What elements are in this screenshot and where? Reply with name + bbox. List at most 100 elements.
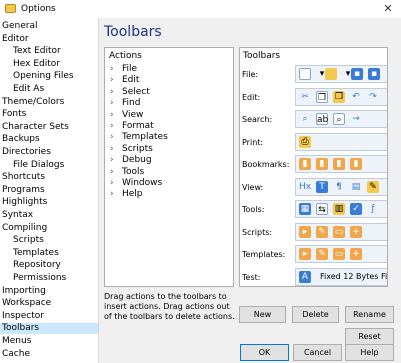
action-category-file[interactable]: › File: [110, 64, 137, 75]
ok-button[interactable]: OK: [240, 344, 289, 361]
toolbar-strip[interactable]: ▸ ✎ ▭ +: [295, 222, 387, 241]
script-folder-icon[interactable]: ▭: [333, 225, 345, 238]
clear-bookmarks-icon[interactable]: ▮: [350, 158, 362, 170]
nav-item-file-dialogs[interactable]: File Dialogs: [0, 160, 98, 171]
ruler-icon[interactable]: ▤: [350, 181, 362, 193]
chevron-right-icon[interactable]: ›: [110, 178, 122, 189]
chevron-right-icon[interactable]: ›: [110, 167, 122, 178]
actions-tree[interactable]: Actions › File › Edit › Select › Find › View › Form…: [104, 47, 234, 287]
chevron-right-icon[interactable]: ›: [110, 121, 122, 132]
find-in-files-icon[interactable]: ⌕: [333, 113, 345, 125]
nav-item-compiling[interactable]: Compiling: [0, 223, 98, 234]
chevron-right-icon[interactable]: ›: [110, 189, 122, 200]
nav-item-importing[interactable]: Importing: [0, 286, 98, 297]
compare-icon[interactable]: ⇆: [316, 203, 328, 215]
highlight-icon[interactable]: ✎: [367, 180, 379, 193]
prev-bookmark-icon[interactable]: ▮: [333, 158, 345, 170]
action-category-windows[interactable]: › Windows: [110, 178, 162, 189]
nav-item-toolbars[interactable]: Toolbars: [0, 323, 98, 335]
undo-icon[interactable]: ↶: [350, 91, 362, 103]
hex-icon[interactable]: Hx: [299, 181, 311, 193]
nav-item-edit-as[interactable]: Edit As: [0, 84, 98, 95]
rename-button[interactable]: Rename: [345, 306, 394, 323]
nav-item-theme-colors[interactable]: Theme/Colors: [0, 97, 98, 108]
find-icon[interactable]: ⌕: [299, 113, 311, 125]
close-button[interactable]: ✕: [375, 0, 401, 18]
toolbar-strip[interactable]: ✂ ❐ ❐ ↶ ↷: [295, 87, 387, 106]
nav-item-syntax[interactable]: Syntax: [0, 210, 98, 221]
chevron-right-icon[interactable]: ›: [110, 75, 122, 86]
toolbar-strip[interactable]: Hx T ¶ ▤ ✎: [295, 177, 387, 196]
nav-item-programs[interactable]: Programs: [0, 185, 98, 196]
next-bookmark-icon[interactable]: ▮: [316, 158, 328, 170]
nav-item-text-editor[interactable]: Text Editor: [0, 46, 98, 57]
edit-script-icon[interactable]: ✎: [316, 225, 328, 238]
chevron-right-icon[interactable]: ›: [110, 87, 122, 98]
nav-item-highlights[interactable]: Highlights: [0, 197, 98, 208]
new-script-icon[interactable]: +: [350, 225, 362, 238]
checksum-icon[interactable]: ✓: [350, 203, 362, 215]
new-button[interactable]: New: [239, 306, 286, 323]
copy-icon[interactable]: ❐: [316, 90, 328, 103]
action-category-format[interactable]: › Format: [110, 121, 154, 132]
nav-item-repository[interactable]: Repository: [0, 260, 98, 271]
toolbar-strip[interactable]: A Fixed 12 Bytes Fixed: [295, 267, 387, 286]
action-category-templates[interactable]: › Templates: [110, 132, 168, 143]
template-folder-icon[interactable]: ▭: [333, 248, 345, 260]
new-template-icon[interactable]: +: [350, 248, 362, 260]
font-icon[interactable]: A: [299, 270, 311, 283]
histogram-icon[interactable]: ▥: [333, 203, 345, 215]
nav-item-inspector[interactable]: Inspector: [0, 311, 98, 322]
action-category-edit[interactable]: › Edit: [110, 75, 139, 86]
chevron-right-icon[interactable]: ›: [110, 110, 122, 121]
toolbar-strip[interactable]: ▸ ✎ ▭ +: [295, 245, 387, 263]
chevron-right-icon[interactable]: ›: [110, 155, 122, 166]
toolbars-list[interactable]: Toolbars File: ▾ ▾ ▪ ▪ Edit: ✂ ❐ ❐ ↶ ↷ Search: ⌕ ab ⌕ →…: [239, 47, 388, 287]
chevron-right-icon[interactable]: ›: [110, 98, 122, 109]
calculator-icon[interactable]: ▦: [299, 203, 311, 215]
print-icon[interactable]: ⎙: [299, 135, 311, 148]
edit-template-icon[interactable]: ✎: [316, 248, 328, 260]
nav-item-fonts[interactable]: Fonts: [0, 109, 98, 120]
save-all-icon[interactable]: ▪: [368, 68, 380, 80]
nav-item-editor[interactable]: Editor: [0, 34, 98, 45]
action-category-debug[interactable]: › Debug: [110, 155, 152, 166]
nav-item-backups[interactable]: Backups: [0, 134, 98, 145]
chevron-right-icon[interactable]: ›: [110, 144, 122, 155]
action-category-tools[interactable]: › Tools: [110, 167, 144, 178]
nav-item-hex-editor[interactable]: Hex Editor: [0, 59, 98, 70]
replace-icon[interactable]: ab: [316, 113, 328, 125]
toolbar-strip[interactable]: ▮ ▮ ▮ ▮: [295, 155, 387, 173]
redo-icon[interactable]: ↷: [367, 91, 379, 103]
text-icon[interactable]: T: [316, 180, 328, 193]
nav-item-opening-files[interactable]: Opening Files: [0, 71, 98, 82]
goto-icon[interactable]: →: [350, 113, 362, 125]
nav-item-directories[interactable]: Directories: [0, 147, 98, 158]
cut-icon[interactable]: ✂: [299, 91, 311, 103]
paste-icon[interactable]: ❐: [333, 90, 345, 103]
nav-item-permissions[interactable]: Permissions: [0, 273, 98, 284]
action-category-scripts[interactable]: › Scripts: [110, 144, 153, 155]
nav-item-menus[interactable]: Menus: [0, 336, 98, 347]
action-category-help[interactable]: › Help: [110, 189, 143, 200]
paragraph-icon[interactable]: ¶: [333, 181, 345, 193]
toolbar-strip[interactable]: ⌕ ab ⌕ →: [295, 110, 387, 128]
action-category-find[interactable]: › Find: [110, 98, 140, 109]
expression-icon[interactable]: ƒ: [367, 203, 379, 215]
run-script-icon[interactable]: ▸: [299, 225, 311, 238]
toolbar-strip[interactable]: ▾ ▾ ▪ ▪: [295, 65, 387, 83]
reset-button[interactable]: Reset: [345, 328, 394, 345]
nav-item-character-sets[interactable]: Character Sets: [0, 122, 98, 133]
nav-item-general[interactable]: General: [0, 21, 98, 32]
nav-item-shortcuts[interactable]: Shortcuts: [0, 172, 98, 183]
save-icon[interactable]: ▪: [351, 68, 363, 80]
cancel-button[interactable]: Cancel: [293, 344, 342, 361]
nav-item-scripts[interactable]: Scripts: [0, 235, 98, 246]
new-doc-icon[interactable]: [299, 68, 311, 80]
delete-button[interactable]: Delete: [292, 306, 339, 323]
chevron-right-icon[interactable]: ›: [110, 64, 122, 75]
action-category-view[interactable]: › View: [110, 110, 143, 121]
nav-item-templates[interactable]: Templates: [0, 248, 98, 259]
nav-item-cache[interactable]: Cache: [0, 349, 98, 360]
toolbar-strip[interactable]: ⎙: [295, 132, 387, 151]
